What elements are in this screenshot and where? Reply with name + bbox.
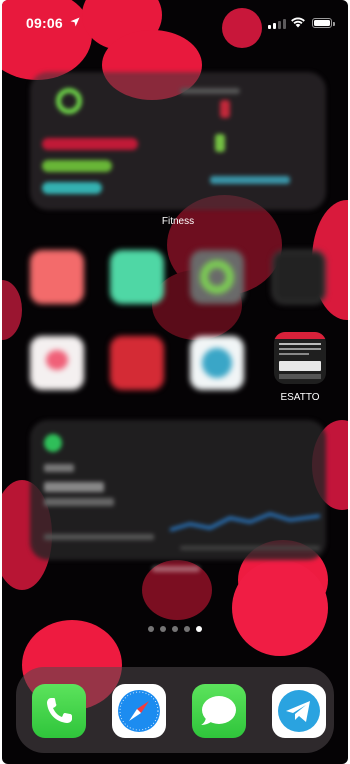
stocks-widget-label (152, 566, 200, 572)
page-dot-active[interactable] (196, 626, 202, 632)
stocks-widget[interactable] (30, 420, 326, 560)
heart-icon (46, 350, 68, 370)
move-chart (180, 88, 240, 94)
stand-chart-bar (210, 176, 290, 184)
page-dot[interactable] (184, 626, 190, 632)
wallpaper-bubble (232, 560, 328, 656)
fitness-widget[interactable] (30, 72, 326, 210)
blurred-app-3[interactable] (190, 250, 244, 304)
page-indicator[interactable] (148, 626, 202, 632)
page-dot[interactable] (148, 626, 154, 632)
exercise-bar (42, 160, 112, 172)
blurred-app-2[interactable] (110, 250, 164, 304)
paper-plane-icon (278, 690, 320, 732)
stock-change (44, 498, 114, 506)
stock-value (44, 482, 104, 492)
exercise-chart-bar (215, 134, 225, 152)
wifi-icon (291, 17, 305, 28)
page-dot[interactable] (160, 626, 166, 632)
location-arrow-icon (70, 17, 80, 27)
phone-app[interactable] (32, 684, 86, 738)
blurred-app-1[interactable] (30, 250, 84, 304)
esatto-app-label: ESATTO (280, 392, 320, 403)
blurred-app-4[interactable] (272, 250, 326, 304)
fitness-widget-label: Fitness (161, 216, 195, 227)
status-bar: 09:06 (2, 0, 348, 44)
move-chart-bar (220, 100, 230, 118)
esatto-display-lines (279, 343, 321, 345)
esatto-display-lines (279, 348, 321, 350)
esatto-display-panel (279, 361, 321, 371)
stock-footer (180, 546, 320, 550)
compass-icon (118, 690, 160, 732)
battery-icon (312, 18, 335, 28)
stock-app-icon (44, 434, 62, 452)
page-dot[interactable] (172, 626, 178, 632)
stand-bar (42, 182, 102, 194)
stock-label (44, 464, 74, 472)
telegram-app[interactable] (272, 684, 326, 738)
stock-footer (44, 534, 154, 540)
messages-app[interactable] (192, 684, 246, 738)
iphone-home-screen: 09:06 Fitness ESATTO (2, 0, 348, 764)
activity-ring-icon (200, 260, 234, 294)
blurred-app-5[interactable] (30, 336, 84, 390)
phone-icon (47, 698, 72, 723)
wallpaper-bubble (2, 280, 22, 340)
esatto-display-lines (279, 353, 309, 355)
eye-icon (202, 348, 232, 378)
safari-app[interactable] (112, 684, 166, 738)
clock: 09:06 (26, 15, 63, 31)
esatto-display-panel (279, 374, 321, 379)
esatto-app[interactable] (274, 332, 326, 384)
cellular-signal-icon (268, 19, 286, 29)
activity-rings-icon (56, 88, 82, 114)
stock-sparkline (170, 512, 320, 532)
blurred-app-7[interactable] (190, 336, 244, 390)
esatto-header-bar (274, 332, 326, 339)
move-bar (42, 138, 138, 150)
speech-bubble-icon (201, 696, 236, 725)
blurred-app-6[interactable] (110, 336, 164, 390)
